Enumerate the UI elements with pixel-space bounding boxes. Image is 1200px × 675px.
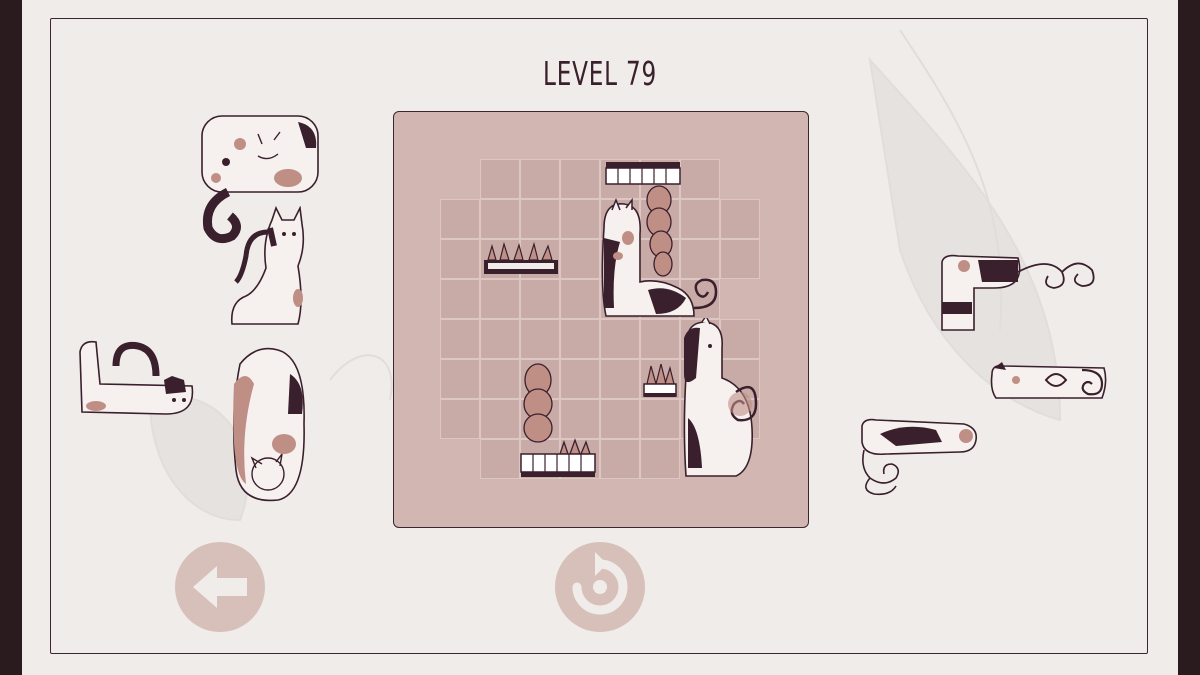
tray-cat-stretched-vertical[interactable] bbox=[226, 344, 310, 504]
plant-pot-small bbox=[643, 363, 677, 397]
grid-cell[interactable] bbox=[440, 199, 480, 239]
grid-cell[interactable] bbox=[720, 199, 760, 239]
tray-cat-white-sitting[interactable] bbox=[228, 206, 310, 328]
grid-cell[interactable] bbox=[440, 399, 480, 439]
tray-cat-lying-small[interactable] bbox=[76, 336, 196, 416]
plant-pot-bottom bbox=[520, 363, 596, 477]
placed-cat-l-shape[interactable] bbox=[598, 198, 722, 320]
grid-cell[interactable] bbox=[440, 319, 480, 359]
grid-cell[interactable] bbox=[440, 239, 480, 279]
grid-cell[interactable] bbox=[520, 279, 560, 319]
grid-cell[interactable] bbox=[680, 159, 720, 199]
grid-cell[interactable] bbox=[560, 319, 600, 359]
grid-cell[interactable] bbox=[600, 399, 640, 439]
grid-cell[interactable] bbox=[600, 319, 640, 359]
grid-cell[interactable] bbox=[560, 159, 600, 199]
arrow-left-icon bbox=[193, 566, 247, 608]
grid-cell[interactable] bbox=[520, 199, 560, 239]
grid-cell[interactable] bbox=[600, 359, 640, 399]
grid-cell[interactable] bbox=[480, 439, 520, 479]
grid-cell[interactable] bbox=[480, 159, 520, 199]
grid-cell[interactable] bbox=[560, 199, 600, 239]
grid-cell[interactable] bbox=[560, 239, 600, 279]
grid-cell[interactable] bbox=[520, 159, 560, 199]
plant-pot-middle-left bbox=[484, 242, 558, 274]
grid-cell[interactable] bbox=[480, 399, 520, 439]
grid-cell[interactable] bbox=[600, 439, 640, 479]
grid-cell[interactable] bbox=[560, 279, 600, 319]
grid-cell[interactable] bbox=[440, 359, 480, 399]
tray-cat-curl-tail[interactable] bbox=[938, 252, 1100, 336]
grid-cell[interactable] bbox=[480, 319, 520, 359]
grid-cell[interactable] bbox=[480, 359, 520, 399]
restart-button[interactable] bbox=[555, 542, 645, 632]
tray-cat-lying-short[interactable] bbox=[986, 362, 1110, 402]
restart-icon bbox=[572, 552, 628, 615]
level-title: LEVEL 79 bbox=[543, 54, 657, 93]
grid-cell[interactable] bbox=[640, 399, 680, 439]
tray-cat-lying-long[interactable] bbox=[856, 416, 980, 496]
grid-cell[interactable] bbox=[480, 279, 520, 319]
grid-cell[interactable] bbox=[640, 439, 680, 479]
placed-cat-sitting-large[interactable] bbox=[680, 318, 760, 480]
grid-cell[interactable] bbox=[480, 199, 520, 239]
back-button[interactable] bbox=[175, 542, 265, 632]
grid-cell[interactable] bbox=[440, 279, 480, 319]
grid-cell[interactable] bbox=[520, 319, 560, 359]
grid-cell[interactable] bbox=[640, 319, 680, 359]
grid-cell[interactable] bbox=[720, 239, 760, 279]
